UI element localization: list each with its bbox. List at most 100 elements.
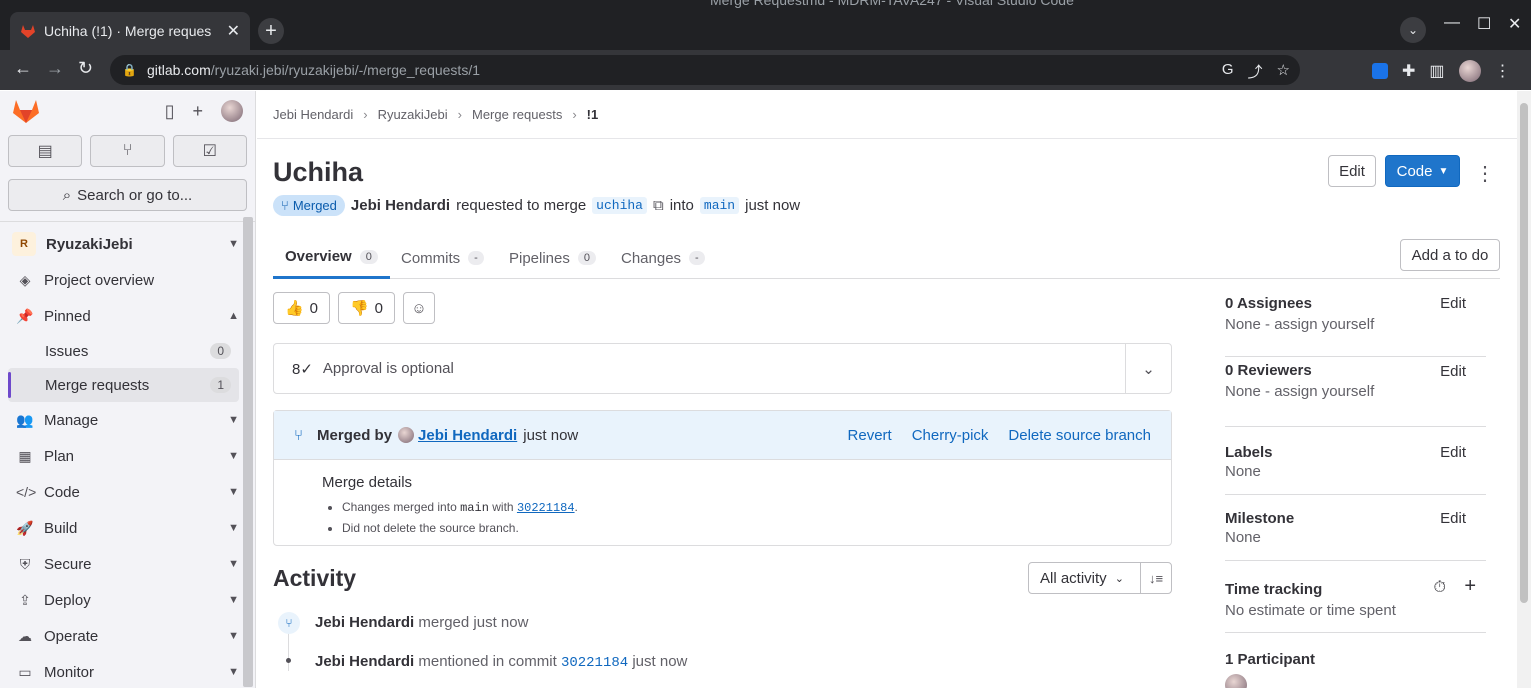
merged-by-user[interactable]: Jebi Hendardi — [418, 427, 517, 444]
thumbs-down-button[interactable]: 👎 0 — [338, 292, 395, 324]
sidepanel-icon[interactable]: ▥ — [1429, 61, 1444, 81]
user-avatar[interactable] — [221, 100, 243, 122]
bookmark-star-icon[interactable]: ☆ — [1277, 61, 1290, 82]
todos-shortcut-button[interactable]: ☑ — [172, 135, 247, 167]
edit-button[interactable]: Edit — [1328, 155, 1376, 187]
share-icon[interactable]: ⤴ — [1248, 61, 1263, 82]
sidebar-item-manage[interactable]: 👥 Manage ▼ — [8, 402, 239, 438]
minimize-icon[interactable]: — — [1444, 14, 1460, 32]
sidebar-item-label: Plan — [44, 447, 75, 465]
assignees-value[interactable]: None - assign yourself — [1225, 316, 1486, 333]
puzzle-icon[interactable]: ✚ — [1402, 61, 1415, 81]
activity-filter-dropdown[interactable]: All activity ⌄ — [1028, 562, 1141, 594]
reload-icon[interactable]: ↻ — [78, 58, 93, 79]
issues-shortcut-button[interactable]: ▤ — [8, 135, 83, 167]
code-dropdown-button[interactable]: Code ▼ — [1385, 155, 1460, 187]
sidebar-item-plan[interactable]: ▦ Plan ▼ — [8, 438, 239, 474]
tab-label: Commits — [401, 249, 461, 267]
source-branch[interactable]: uchiha — [592, 197, 647, 214]
gitlab-logo-icon[interactable] — [12, 98, 40, 124]
google-icon[interactable]: G — [1222, 61, 1234, 82]
assignees-edit-button[interactable]: Edit — [1440, 295, 1466, 312]
sidebar-item-monitor[interactable]: ▭ Monitor ▼ — [8, 654, 239, 690]
revert-button[interactable]: Revert — [848, 427, 892, 444]
milestone-block: Milestone None Edit — [1225, 495, 1486, 561]
activity-user[interactable]: Jebi Hendardi — [315, 614, 414, 631]
sidebar-item-pinned[interactable]: 📌 Pinned ▲ — [8, 298, 239, 334]
tab-close-icon[interactable]: ✕ — [227, 21, 240, 41]
tab-overview[interactable]: Overview 0 — [273, 237, 390, 279]
browser-tab[interactable]: Uchiha (!1) · Merge reques ✕ — [10, 12, 250, 50]
sidebar-item-build[interactable]: 🚀 Build ▼ — [8, 510, 239, 546]
merge-requests-shortcut-button[interactable]: ⑂ — [90, 135, 165, 167]
tab-changes[interactable]: Changes - — [609, 237, 717, 279]
activity-user[interactable]: Jebi Hendardi — [315, 653, 414, 670]
sidebar-item-label: Secure — [44, 555, 92, 573]
target-branch[interactable]: main — [699, 197, 740, 214]
tab-search-icon[interactable]: ⌄ — [1400, 17, 1426, 43]
commit-link[interactable]: 30221184 — [561, 655, 628, 671]
tab-commits[interactable]: Commits - — [389, 237, 496, 279]
scrollbar-thumb[interactable] — [1520, 103, 1528, 603]
status-badge: ⑂ Merged — [273, 195, 345, 216]
tab-pipelines[interactable]: Pipelines 0 — [497, 237, 608, 279]
approval-text: Approval is optional — [322, 360, 454, 377]
delete-source-branch-button[interactable]: Delete source branch — [1008, 427, 1151, 444]
reviewers-edit-button[interactable]: Edit — [1440, 363, 1466, 380]
labels-edit-button[interactable]: Edit — [1440, 444, 1466, 461]
sidebar-item-label: Code — [44, 483, 80, 501]
commit-link[interactable]: 30221184 — [517, 501, 575, 515]
sidebar-item-deploy[interactable]: ⇪ Deploy ▼ — [8, 582, 239, 618]
address-bar[interactable]: 🔒 gitlab.com /ryuzaki.jebi/ryuzakijebi/-… — [110, 55, 1300, 85]
create-new-icon[interactable]: + — [192, 101, 203, 122]
window-close-icon[interactable]: ✕ — [1508, 14, 1521, 34]
cherry-pick-button[interactable]: Cherry-pick — [912, 427, 989, 444]
sidebar-item-secure[interactable]: ⛨ Secure ▼ — [8, 546, 239, 582]
more-actions-icon[interactable]: ⋮ — [1475, 161, 1495, 186]
approval-widget: 8✓ Approval is optional ⌄ — [273, 343, 1172, 394]
sidebar-item-operate[interactable]: ☁ Operate ▼ — [8, 618, 239, 654]
reviewers-value[interactable]: None - assign yourself — [1225, 383, 1486, 400]
thumbs-up-button[interactable]: 👍 0 — [273, 292, 330, 324]
browser-menu-icon[interactable]: ⋮ — [1495, 61, 1511, 81]
sidebar-item-code[interactable]: </> Code ▼ — [8, 474, 239, 510]
copy-branch-icon[interactable]: ⧉ — [653, 197, 664, 214]
project-switcher[interactable]: R RyuzakiJebi ▼ — [8, 226, 239, 262]
sidebar-item-issues[interactable]: Issues 0 — [8, 334, 239, 368]
tab-label: Changes — [621, 249, 682, 267]
sidebar-divider — [0, 221, 255, 222]
forward-icon[interactable]: → — [46, 58, 64, 79]
detail-branch: main — [460, 501, 489, 515]
url-host: gitlab.com — [146, 62, 211, 78]
merge-widget: ⑂ Merged by Jebi Hendardi just now Rever… — [273, 410, 1172, 546]
collapse-sidebar-icon[interactable]: ▯ — [165, 101, 175, 122]
sidebar-item-overview[interactable]: ◈ Project overview — [8, 262, 239, 298]
new-tab-button[interactable]: + — [258, 18, 284, 44]
profile-avatar[interactable] — [1458, 60, 1481, 82]
reviewers-block: 0 Reviewers None - assign yourself Edit — [1225, 357, 1486, 427]
sidebar-scrollbar[interactable] — [243, 217, 253, 687]
merge-detail-item: Changes merged into main with 30221184. — [342, 497, 1171, 518]
stopwatch-icon[interactable]: ⏱ — [1434, 579, 1446, 597]
breadcrumb-current[interactable]: !1 — [587, 107, 599, 122]
expand-approval-button[interactable]: ⌄ — [1125, 344, 1171, 393]
extension-icon[interactable] — [1372, 63, 1388, 79]
thumbs-down-count: 0 — [374, 299, 384, 317]
breadcrumb-project[interactable]: RyuzakiJebi — [378, 107, 448, 122]
rocket-icon: 🚀 — [16, 519, 34, 536]
author-name[interactable]: Jebi Hendardi — [351, 197, 450, 214]
page-scrollbar[interactable] — [1517, 91, 1531, 688]
add-time-icon[interactable]: + — [1464, 575, 1476, 598]
back-icon[interactable]: ← — [14, 58, 32, 79]
search-button[interactable]: ⌕ Search or go to... — [8, 179, 247, 211]
add-todo-button[interactable]: Add a to do — [1400, 239, 1500, 271]
sort-direction-button[interactable]: ↓≡ — [1140, 562, 1172, 594]
users-icon: 👥 — [16, 411, 34, 428]
breadcrumb-merge-requests[interactable]: Merge requests — [472, 107, 562, 122]
maximize-icon[interactable]: ☐ — [1477, 14, 1491, 34]
milestone-edit-button[interactable]: Edit — [1440, 510, 1466, 527]
participant-avatar[interactable] — [1225, 674, 1247, 688]
breadcrumb-user[interactable]: Jebi Hendardi — [273, 107, 353, 122]
add-reaction-button[interactable]: ☺ — [403, 292, 435, 324]
sidebar-item-merge-requests[interactable]: Merge requests 1 — [8, 368, 239, 402]
